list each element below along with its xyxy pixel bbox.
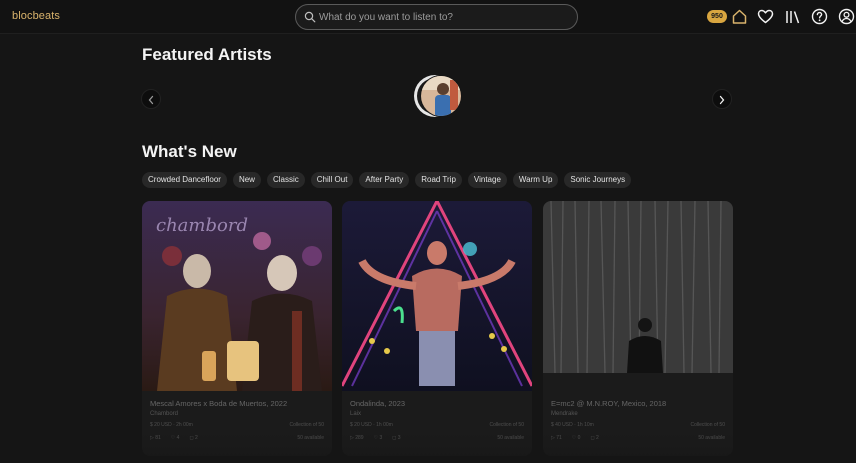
logo[interactable]: blocbeats xyxy=(12,10,60,22)
filter-chip[interactable]: Sonic Journeys xyxy=(564,172,632,188)
release-meta: E=mc2 @ M.N.ROY, Mexico, 2018 Mendrake $… xyxy=(551,399,725,441)
release-meta: Mescal Amores x Boda de Muertos, 2022 Ch… xyxy=(150,399,324,441)
release-collection: Collection of 50 xyxy=(489,422,524,428)
release-availability: 50 available xyxy=(698,435,725,441)
release-card[interactable]: chambord Mescal Amores x Boda de Muertos… xyxy=(142,201,332,456)
release-availability: 50 available xyxy=(497,435,524,441)
release-card[interactable]: Ondalinda, 2023 Laix $ 20 USD · 1h 00m Co… xyxy=(342,201,532,456)
filter-chip[interactable]: After Party xyxy=(359,172,410,188)
top-bar: blocbeats 950 xyxy=(0,0,856,34)
release-title: Mescal Amores x Boda de Muertos, 2022 xyxy=(150,399,288,408)
search-input[interactable] xyxy=(319,9,569,25)
release-cover-image xyxy=(342,201,532,391)
search-bar[interactable] xyxy=(295,4,578,30)
account-icon[interactable] xyxy=(838,8,855,25)
release-card[interactable]: E=mc2 @ M.N.ROY, Mexico, 2018 Mendrake $… xyxy=(543,201,733,456)
filter-chip[interactable]: Vintage xyxy=(467,172,507,188)
release-artist: Mendrake xyxy=(551,411,578,417)
release-price: $ 20 USD · 1h 00m xyxy=(350,422,393,428)
release-cover-image xyxy=(543,201,733,391)
release-price: $ 20 USD · 2h 00m xyxy=(150,422,193,428)
release-artist: Chambord xyxy=(150,411,179,417)
filter-chip[interactable]: Classic xyxy=(266,172,305,188)
filter-chips: Crowded Dancefloor New Classic Chill Out… xyxy=(142,172,632,188)
release-title: Ondalinda, 2023 xyxy=(350,399,406,408)
filter-chip[interactable]: Road Trip xyxy=(415,172,462,188)
coin-balance-badge[interactable]: 950 xyxy=(707,10,727,23)
chevron-left-icon xyxy=(148,95,154,105)
heart-icon[interactable] xyxy=(757,8,774,25)
svg-text:chambord: chambord xyxy=(156,215,248,236)
release-price: $ 40 USD · 1h 10m xyxy=(551,422,594,428)
release-stats: ▷ 81 ♡ 4 ◻ 2 xyxy=(150,435,198,441)
release-stats: ▷ 71 ♡ 0 ◻ 2 xyxy=(551,435,599,441)
release-collection: Collection of 50 xyxy=(289,422,324,428)
release-availability: 50 available xyxy=(297,435,324,441)
release-stats: ▷ 289 ♡ 3 ◻ 3 xyxy=(350,435,401,441)
featured-artists-carousel xyxy=(414,75,462,117)
featured-prev-button[interactable] xyxy=(141,89,161,109)
release-collection: Collection of 50 xyxy=(690,422,725,428)
home-icon[interactable] xyxy=(731,8,748,25)
whats-new-heading: What's New xyxy=(142,142,237,161)
filter-chip[interactable]: Chill Out xyxy=(310,172,354,188)
filter-chip[interactable]: Warm Up xyxy=(512,172,559,188)
filter-chip[interactable]: New xyxy=(232,172,261,188)
chevron-right-icon xyxy=(719,95,725,105)
filter-chip[interactable]: Crowded Dancefloor xyxy=(142,172,227,188)
search-icon xyxy=(304,11,316,23)
help-icon[interactable] xyxy=(811,8,828,25)
featured-artists-heading: Featured Artists xyxy=(142,45,272,64)
artist-avatar[interactable] xyxy=(420,75,462,117)
release-meta: Ondalinda, 2023 Laix $ 20 USD · 1h 00m Co… xyxy=(350,399,524,441)
library-icon[interactable] xyxy=(784,8,801,25)
featured-next-button[interactable] xyxy=(712,89,732,109)
release-artist: Laix xyxy=(350,411,362,417)
release-title: E=mc2 @ M.N.ROY, Mexico, 2018 xyxy=(551,399,667,408)
release-cover-image: chambord xyxy=(142,201,332,391)
